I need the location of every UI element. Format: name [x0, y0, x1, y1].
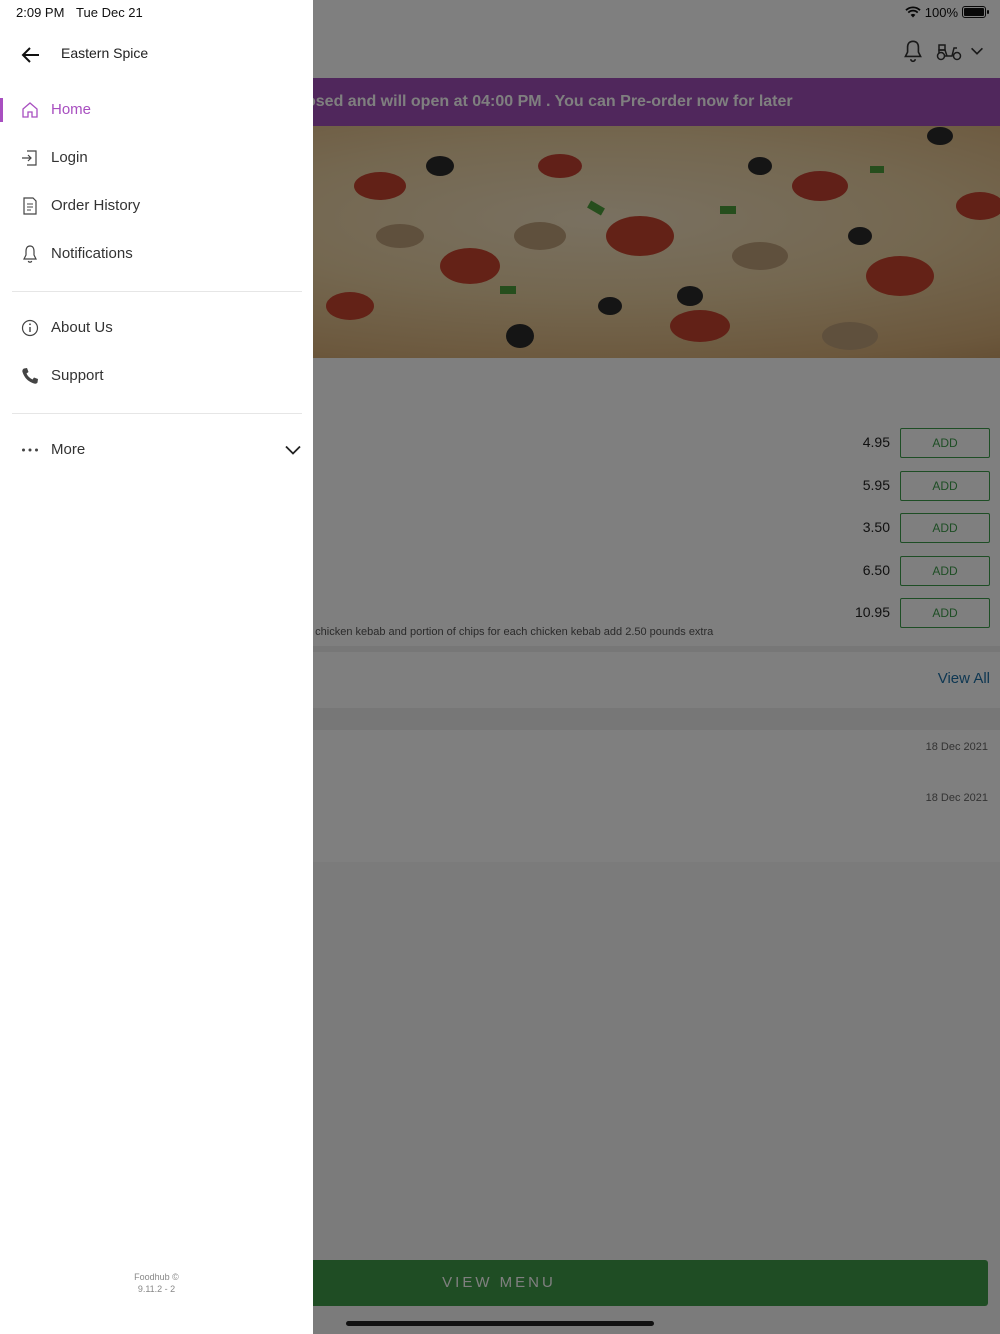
nav-item-notifications[interactable]: Notifications — [0, 234, 313, 274]
nav-item-label: Support — [51, 367, 104, 384]
nav-item-home[interactable]: Home — [0, 90, 313, 130]
nav-item-label: Home — [51, 101, 92, 118]
nav-item-more[interactable]: More — [0, 430, 313, 470]
chevron-down-icon[interactable] — [283, 440, 303, 460]
receipt-icon — [23, 197, 37, 215]
active-indicator — [0, 98, 3, 122]
ellipsis-icon — [22, 448, 38, 452]
nav-item-label: Order History — [51, 197, 141, 214]
phone-icon — [22, 368, 38, 384]
status-date: Tue Dec 21 — [76, 5, 143, 20]
nav-item-label: Login — [51, 149, 88, 166]
login-icon — [22, 150, 37, 166]
divider — [12, 413, 302, 414]
bell-icon — [23, 245, 37, 263]
nav-item-label: Notifications — [51, 245, 133, 262]
footer-version: 9.11.2 - 2 — [137, 1284, 176, 1294]
home-icon — [22, 102, 38, 118]
nav-item-login[interactable]: Login — [0, 138, 313, 178]
status-bar-left: 2:09 PM Tue Dec 21 — [16, 5, 143, 20]
status-time: 2:09 PM — [16, 5, 65, 20]
back-arrow-icon[interactable] — [18, 42, 44, 68]
info-icon — [21, 319, 39, 337]
navigation-drawer: 2:09 PM Tue Dec 21 Eastern Spice Home Lo… — [0, 0, 313, 1334]
nav-item-support[interactable]: Support — [0, 356, 313, 396]
nav-item-label: More — [51, 441, 86, 458]
app-footer: Foodhub © 9.11.2 - 2 — [0, 1271, 313, 1295]
home-indicator — [346, 1321, 654, 1326]
nav-item-order-history[interactable]: Order History — [0, 186, 313, 226]
footer-brand: Foodhub © — [134, 1272, 179, 1282]
nav-item-label: About Us — [51, 319, 113, 336]
nav-item-about-us[interactable]: About Us — [0, 308, 313, 348]
restaurant-name: Eastern Spice — [61, 45, 149, 61]
divider — [12, 291, 302, 292]
